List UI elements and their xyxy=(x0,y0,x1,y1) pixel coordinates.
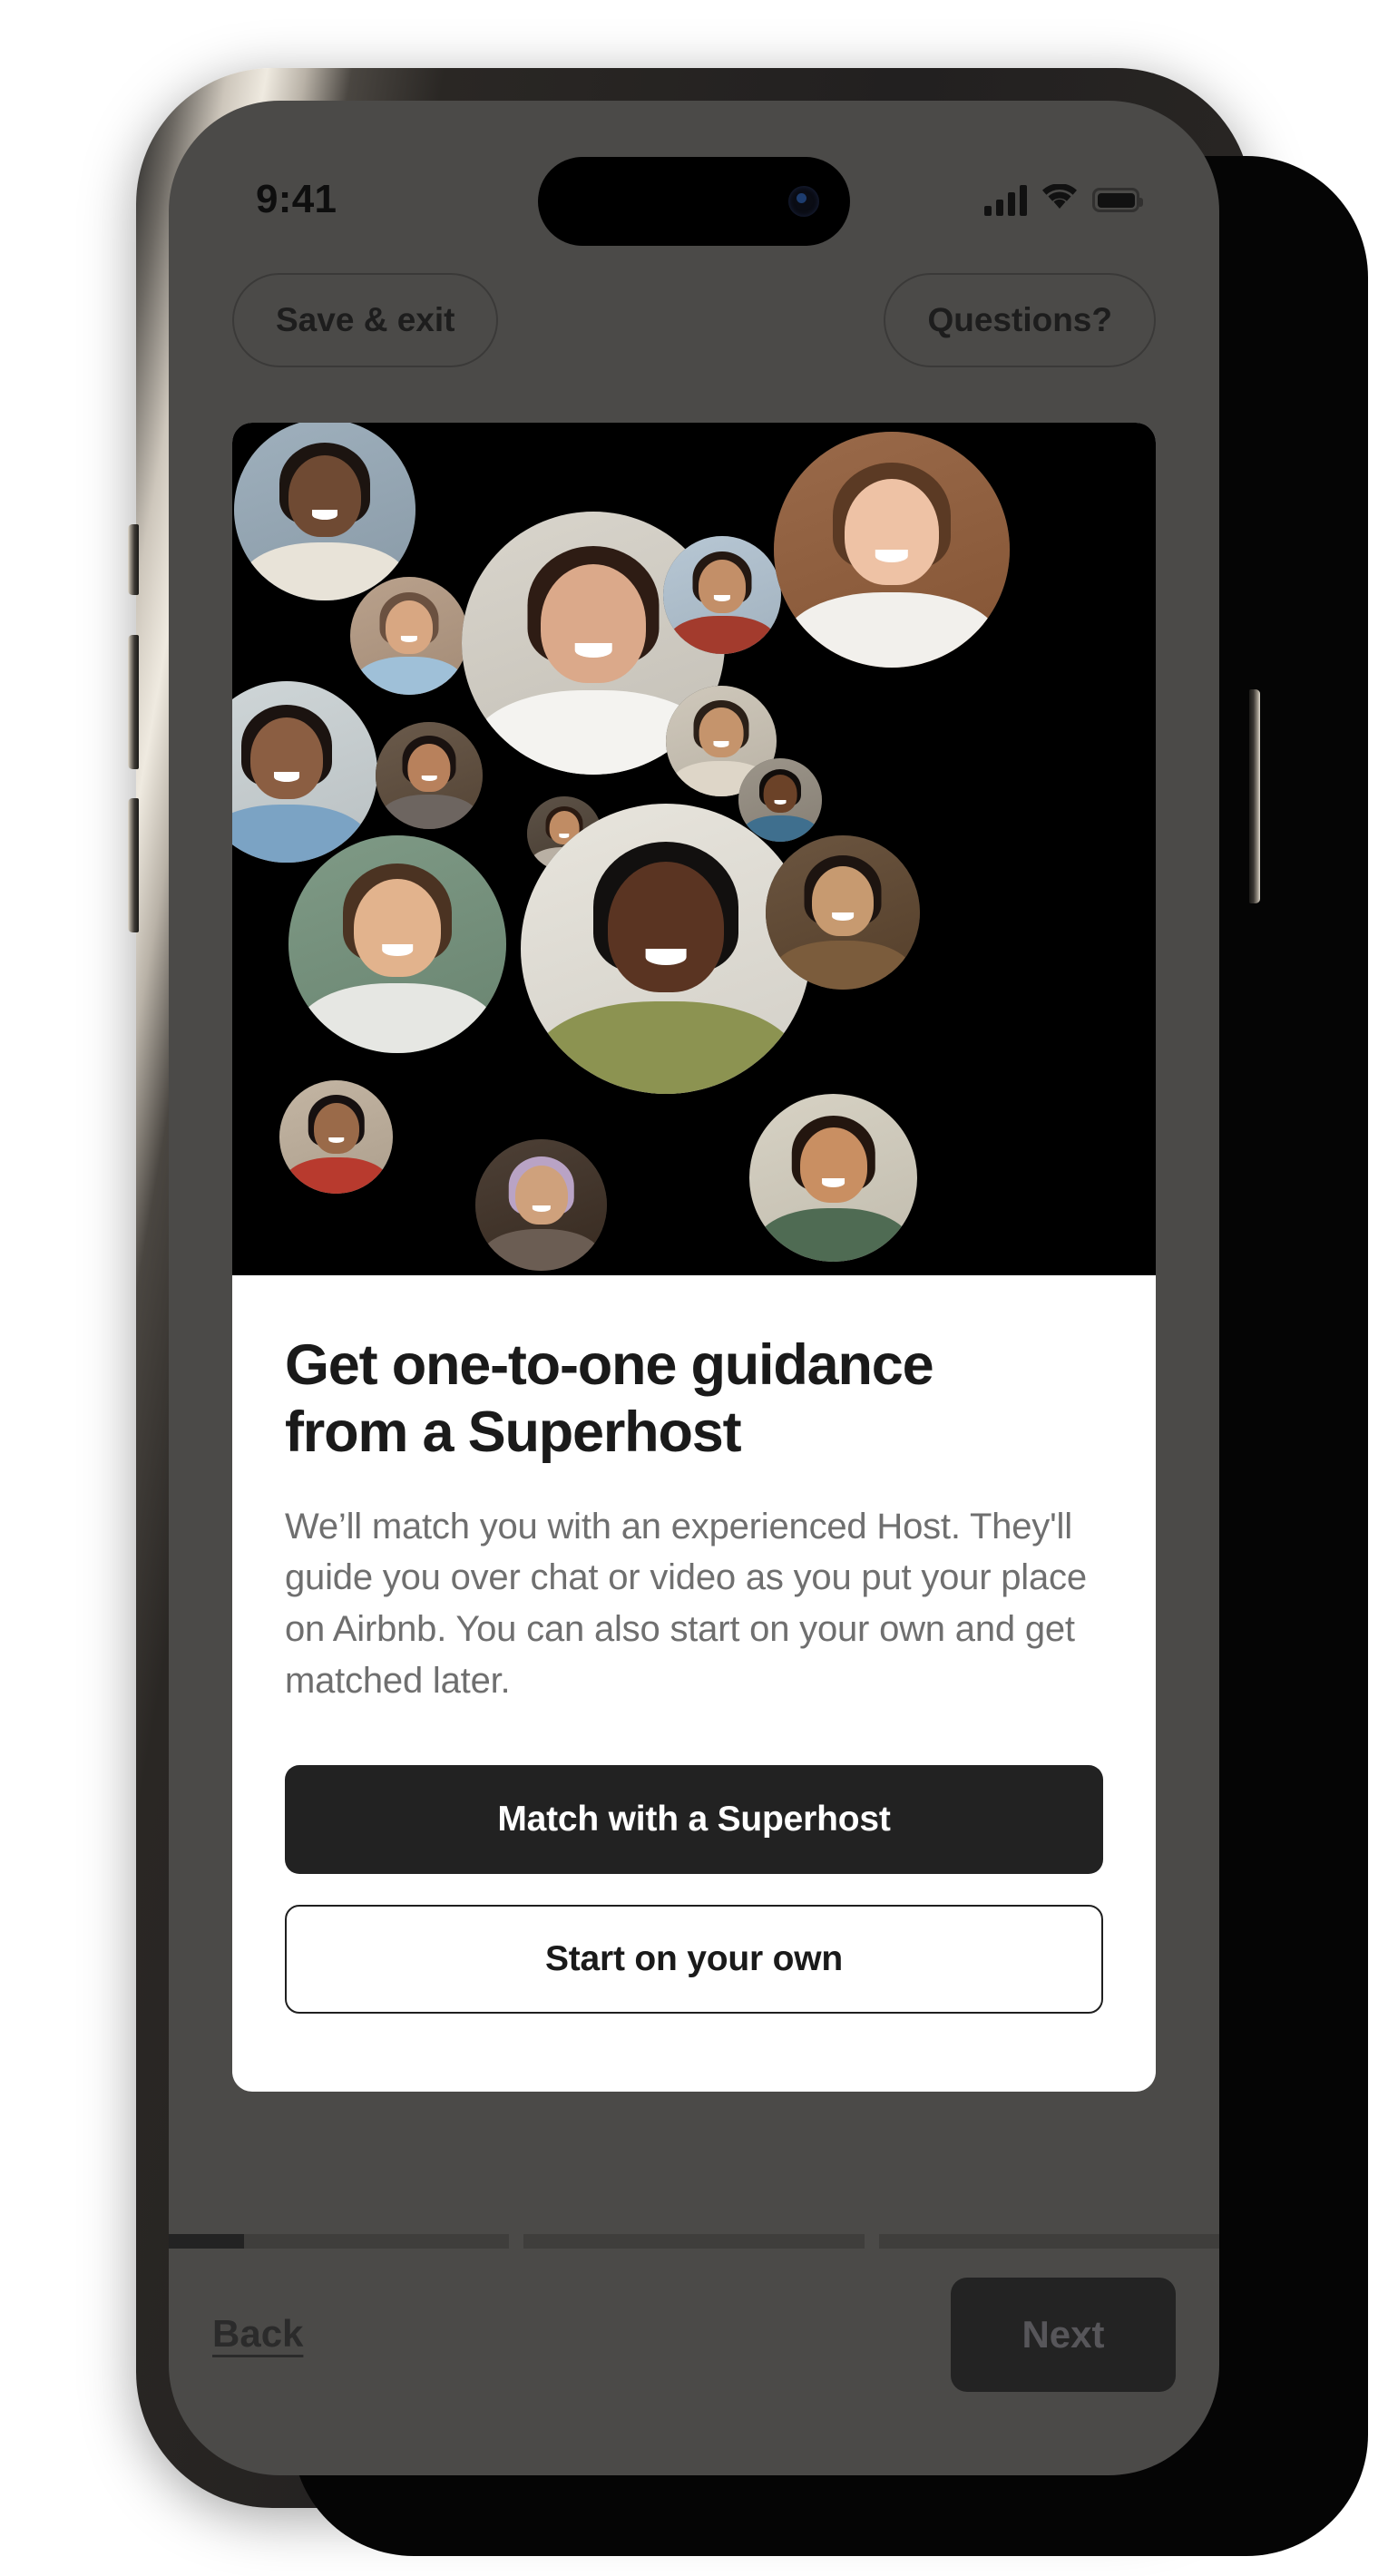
status-bar-icons xyxy=(984,183,1143,216)
progress-segment-1-fill xyxy=(169,2234,244,2249)
card-description: We’ll match you with an experienced Host… xyxy=(285,1506,1087,1702)
photo-face xyxy=(250,717,323,799)
host-photo-collage xyxy=(232,423,1156,1275)
screenshot-root: 9:41 Save & exit Questions? Get one-to-o… xyxy=(0,0,1388,2576)
host-avatar-15 xyxy=(475,1139,607,1271)
photo-face xyxy=(354,879,441,977)
host-avatar-2 xyxy=(350,577,468,695)
progress-segment-1 xyxy=(169,2234,510,2249)
phone-screen: 9:41 Save & exit Questions? Get one-to-o… xyxy=(169,101,1219,2475)
match-with-superhost-button[interactable]: Match with a Superhost xyxy=(285,1764,1103,1874)
photo-torso xyxy=(668,616,777,654)
photo-smile xyxy=(382,944,413,957)
photo-smile xyxy=(312,510,337,520)
host-avatar-7 xyxy=(774,432,1010,668)
battery-full-icon xyxy=(1092,188,1143,212)
volume-down-button[interactable] xyxy=(128,798,139,932)
photo-face xyxy=(845,479,939,585)
card-body: Get one-to-one guidance from a Superhost… xyxy=(232,1275,1156,2014)
volume-up-button[interactable] xyxy=(128,635,139,769)
back-link[interactable]: Back xyxy=(212,2312,303,2356)
dynamic-island xyxy=(538,157,850,246)
superhost-guidance-card: Get one-to-one guidance from a Superhost… xyxy=(232,423,1156,2092)
page-title: Get one-to-one guidance from a Superhost xyxy=(285,1332,1103,1467)
top-action-bar: Save & exit Questions? xyxy=(169,273,1219,382)
photo-face xyxy=(514,1166,568,1225)
bottom-navigation-bar: Back Next xyxy=(169,2249,1219,2475)
photo-face xyxy=(407,743,451,792)
host-avatar-16 xyxy=(749,1094,917,1262)
photo-face xyxy=(313,1103,359,1155)
photo-face xyxy=(699,560,746,613)
host-avatar-13 xyxy=(766,835,920,990)
photo-smile xyxy=(274,772,299,782)
photo-smile xyxy=(574,643,612,658)
photo-face xyxy=(799,1127,867,1204)
save-and-exit-button[interactable]: Save & exit xyxy=(232,273,499,367)
mute-switch-button[interactable] xyxy=(128,524,139,595)
headline-line-2: from a Superhost xyxy=(285,1400,742,1465)
power-button[interactable] xyxy=(1249,689,1260,903)
progress-bar xyxy=(169,2234,1219,2249)
host-avatar-6 xyxy=(663,536,781,654)
next-button[interactable]: Next xyxy=(951,2278,1176,2392)
photo-smile xyxy=(327,1137,345,1144)
photo-face xyxy=(386,600,433,654)
photo-torso xyxy=(284,1157,388,1194)
photo-face xyxy=(812,866,874,936)
photo-torso xyxy=(379,795,479,829)
status-bar-time: 9:41 xyxy=(256,177,337,221)
progress-segment-3 xyxy=(878,2234,1219,2249)
photo-face xyxy=(608,862,724,992)
photo-smile xyxy=(645,949,687,965)
photo-face xyxy=(541,564,646,683)
headline-line-1: Get one-to-one guidance xyxy=(285,1333,934,1397)
start-on-your-own-button[interactable]: Start on your own xyxy=(285,1904,1103,2014)
photo-face xyxy=(288,455,361,537)
cta-group: Match with a Superhost Start on your own xyxy=(285,1764,1103,2014)
front-camera-icon xyxy=(788,186,819,217)
cellular-signal-icon xyxy=(984,184,1027,216)
progress-segment-2 xyxy=(523,2234,865,2249)
host-avatar-5 xyxy=(376,722,483,829)
photo-smile xyxy=(713,741,729,747)
host-avatar-14 xyxy=(279,1080,393,1194)
photo-smile xyxy=(532,1205,551,1213)
wifi-icon xyxy=(1041,183,1078,216)
questions-button[interactable]: Questions? xyxy=(884,273,1156,367)
host-avatar-1 xyxy=(234,423,415,600)
photo-face xyxy=(699,707,744,758)
host-avatar-11 xyxy=(288,835,506,1053)
